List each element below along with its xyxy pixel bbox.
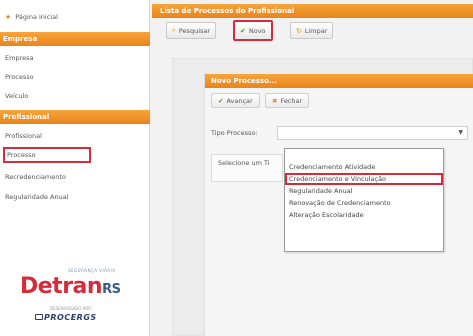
sidebar-home-link[interactable]: ★ Página inicial <box>5 10 143 24</box>
main-toolbar: ⌕ Pesquisar ✔ Novo ↻ Limpar <box>152 20 473 62</box>
avancar-label: Avançar <box>226 96 253 105</box>
dialog-title: Novo Processo... <box>205 74 473 88</box>
logo-tagline-bottom: DESENVOLVIDO POR <box>50 306 92 311</box>
dropdown-option-credenciamento-atividade[interactable]: Credenciamento Atividade <box>285 161 443 173</box>
procergs-icon <box>35 314 43 320</box>
sidebar-item-recredenciamento[interactable]: Recredenciamento <box>3 170 66 184</box>
search-icon: ⌕ <box>172 26 176 34</box>
dropdown-option-alteracao-escolaridade[interactable]: Alteração Escolaridade <box>285 209 443 221</box>
dropdown-option-regularidade-anual[interactable]: Regularidade Anual <box>285 185 443 197</box>
novo-button[interactable]: ✔ Novo <box>233 20 273 41</box>
novo-label: Novo <box>248 26 266 35</box>
sidebar-section-empresa: Empresa <box>0 32 150 46</box>
star-icon: ★ <box>5 13 12 21</box>
sidebar-section-profissional: Profissional <box>0 110 150 124</box>
sidebar-item-empresa[interactable]: Empresa <box>3 51 33 65</box>
check-icon: ✔ <box>218 96 224 105</box>
detran-logo: DetranRS <box>20 274 121 299</box>
limpar-button[interactable]: ↻ Limpar <box>290 22 334 39</box>
check-icon: ✔ <box>240 26 246 35</box>
close-icon: ✖ <box>272 96 278 105</box>
fechar-button[interactable]: ✖ Fechar <box>265 93 310 108</box>
detran-logo-main: Detran <box>20 274 103 299</box>
avancar-button[interactable]: ✔ Avançar <box>211 93 260 108</box>
dialog-toolbar: ✔ Avançar ✖ Fechar <box>205 88 473 114</box>
sidebar-item-empresa-processo[interactable]: Processo <box>3 70 34 84</box>
dropdown-option-renovacao-credenciamento[interactable]: Renovação de Credenciamento <box>285 197 443 209</box>
procergs-logo: PROCERGS <box>44 313 97 322</box>
pesquisar-button[interactable]: ⌕ Pesquisar <box>166 22 217 39</box>
sidebar-item-profissional[interactable]: Profissional <box>3 129 42 143</box>
sidebar-item-veiculo[interactable]: Veículo <box>3 89 28 103</box>
logo-tagline-top: SEGURANÇA VIÁRIA <box>68 268 116 273</box>
limpar-label: Limpar <box>304 26 328 35</box>
dropdown-option-empty[interactable] <box>285 149 443 161</box>
detran-logo-suffix: RS <box>102 282 121 297</box>
sidebar-home-label: Página inicial <box>15 13 58 21</box>
selecione-field: Selecione um Ti <box>211 154 283 182</box>
tipo-processo-label: Tipo Processo: <box>211 129 258 137</box>
pesquisar-label: Pesquisar <box>178 26 211 35</box>
chevron-down-icon: ▼ <box>458 129 463 136</box>
logo-area: SEGURANÇA VIÁRIA DetranRS DESENVOLVIDO P… <box>0 262 150 336</box>
page-title: Lista de Processos do Profissional <box>152 4 473 18</box>
dropdown-option-credenciamento-vinculacao[interactable]: Credenciamento e Vinculação <box>285 173 443 185</box>
clear-icon: ↻ <box>296 26 302 35</box>
sidebar: ★ Página inicial Empresa Empresa Process… <box>0 0 150 336</box>
sidebar-item-profissional-processo[interactable]: Processo <box>3 147 91 163</box>
sidebar-item-regularidade-anual[interactable]: Regularidade Anual <box>3 190 69 204</box>
tipo-processo-select[interactable]: ▼ <box>277 126 468 140</box>
fechar-label: Fechar <box>280 96 303 105</box>
tipo-processo-dropdown[interactable]: Credenciamento Atividade Credenciamento … <box>284 148 444 252</box>
